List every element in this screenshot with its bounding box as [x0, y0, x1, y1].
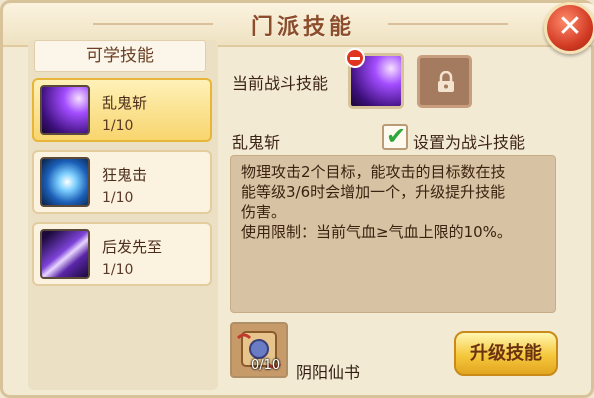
skill-name: 乱鬼斩	[102, 94, 148, 112]
selected-skill-name: 乱鬼斩	[232, 133, 281, 152]
lock-icon	[438, 71, 454, 92]
set-battle-skill-label: 设置为战斗技能	[413, 133, 526, 152]
skill-name: 狂鬼击	[102, 166, 148, 184]
window-title: 门派技能	[250, 15, 355, 40]
skill-description: 物理攻击2个目标，能攻击的目标数在技 能等级3/6时会增加一个，升级提升技能 伤…	[241, 163, 506, 221]
item-count: 0/10	[251, 358, 281, 373]
skill-level: 1/10	[102, 262, 134, 278]
skill-usage-limit: 使用限制：当前气血≥气血上限的10%。	[241, 223, 512, 241]
purple-slash-skill-icon	[40, 85, 90, 135]
close-button[interactable]: ✕	[544, 2, 594, 54]
skill-level: 1/10	[102, 190, 134, 206]
skill-name: 后发先至	[102, 238, 163, 256]
skill-description-box: 物理攻击2个目标，能攻击的目标数在技 能等级3/6时会增加一个，升级提升技能 伤…	[230, 155, 556, 313]
violet-blade-skill-icon	[40, 229, 90, 279]
upgrade-skill-button[interactable]: 升级技能	[454, 331, 558, 376]
skill-item-kuangguiji[interactable]: 狂鬼击 1/10	[32, 150, 212, 214]
close-icon: ✕	[557, 9, 583, 44]
remove-icon[interactable]	[345, 48, 365, 68]
set-battle-skill-checkbox[interactable]: ✔	[382, 122, 408, 150]
checkmark-icon: ✔	[386, 122, 407, 150]
learnable-skills-header: 可学技能	[34, 40, 206, 72]
title-ornament-right	[388, 23, 508, 25]
blue-ghost-strike-skill-icon	[40, 157, 90, 207]
title-ornament-left	[93, 23, 213, 25]
skill-item-luanguizhan[interactable]: 乱鬼斩 1/10	[32, 78, 212, 142]
skill-item-houfaxianzhi[interactable]: 后发先至 1/10	[32, 222, 212, 286]
current-battle-skill-label: 当前战斗技能	[232, 74, 329, 93]
locked-skill-slot	[417, 55, 472, 108]
skill-level: 1/10	[102, 118, 134, 134]
item-name: 阴阳仙书	[296, 363, 361, 382]
item-slot[interactable]: 0/10	[230, 322, 288, 378]
